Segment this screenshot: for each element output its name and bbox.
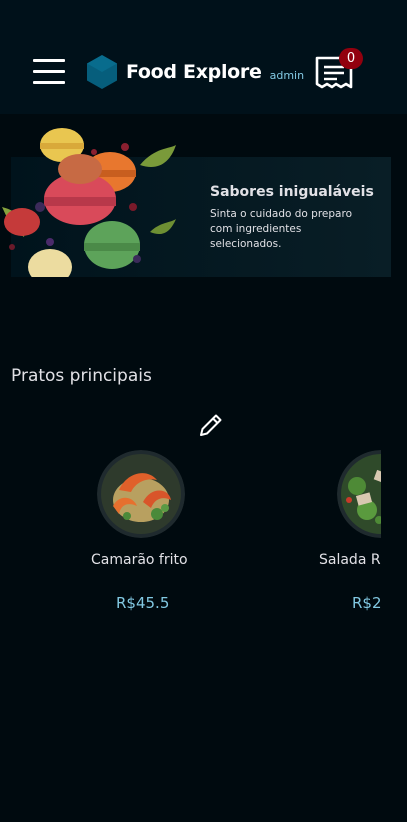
top-header: Food Explore admin 0: [0, 0, 407, 114]
role-label: admin: [269, 68, 305, 82]
hamburger-menu-icon[interactable]: [31, 57, 67, 85]
salad-dish[interactable]: [337, 450, 381, 538]
macarons-illustration: [2, 128, 176, 277]
hexagon-logo-icon: [87, 55, 117, 89]
app-name: Food Explore: [126, 61, 262, 83]
promo-banner: Sabores inigualáveis Sinta o cuidado do …: [2, 128, 391, 277]
fried-shrimp-dish[interactable]: [97, 450, 185, 538]
banner-title: Sabores inigualáveis: [210, 184, 374, 200]
app-logo[interactable]: Food Explore admin: [87, 55, 304, 89]
pencil-icon[interactable]: [196, 410, 226, 440]
orders-count-badge: 0: [339, 48, 363, 69]
dish-card-partial[interactable]: Salada Ravanello R$23.5: [300, 440, 381, 620]
banner-subtitle: Sinta o cuidado do preparo com ingredien…: [210, 208, 353, 250]
dish-price: R$23.5: [352, 594, 381, 612]
dish-name[interactable]: Camarão frito: [91, 552, 188, 568]
section-title: Pratos principais: [11, 366, 152, 386]
dish-price: R$45.5: [116, 594, 170, 612]
dish-name[interactable]: Salada Ravanello: [319, 552, 381, 568]
